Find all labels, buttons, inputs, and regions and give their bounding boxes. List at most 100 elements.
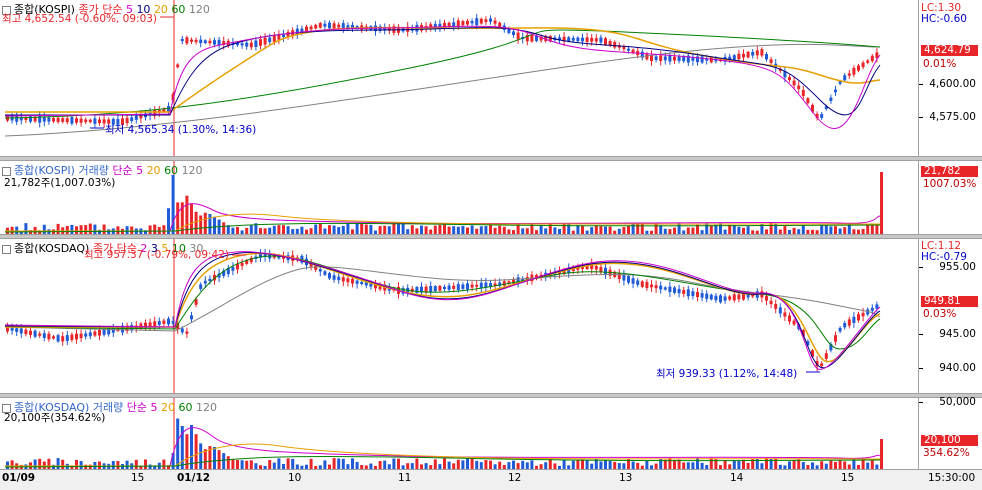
volume-readout: 21,782주(1,007.03%) (4, 177, 116, 189)
candle (769, 300, 773, 305)
volume-bar (461, 225, 465, 234)
candle (341, 277, 345, 282)
volume-change: 1007.03% (923, 178, 977, 190)
volume-bar (364, 224, 368, 234)
candle (723, 296, 727, 301)
current-price-badge: 4,624.79 (921, 45, 978, 56)
ma-type: 단순 (112, 164, 133, 177)
volume-bar (401, 223, 405, 234)
volume-bar (291, 458, 295, 469)
kospi-price-axis[interactable]: LC:1.30 HC:-0.60 4,624.79 0.01% 4,600.00… (919, 0, 982, 156)
ma60-label: 60 (171, 3, 186, 16)
volume-bar (277, 458, 281, 469)
volume-bar (355, 223, 359, 234)
kospi-volume-axis[interactable]: 21,782 1007.03% (919, 161, 982, 234)
candle (516, 32, 520, 40)
volume-bar (15, 226, 19, 234)
candle (33, 330, 37, 337)
volume-bar (111, 461, 115, 469)
volume-bar (134, 459, 138, 469)
volume-bar (153, 224, 157, 234)
candle (185, 37, 189, 44)
candle (852, 67, 856, 75)
candle (834, 335, 837, 342)
candle (792, 320, 796, 325)
volume-bar (392, 223, 396, 234)
candle (42, 117, 46, 122)
candle (355, 280, 359, 284)
volume-bar (337, 227, 341, 234)
candle (424, 286, 428, 292)
volume-bar (737, 461, 741, 469)
volume-bar (47, 458, 51, 469)
legend-toggle-icon[interactable] (2, 244, 11, 254)
volume-bar (84, 225, 88, 234)
volume-bar (125, 460, 129, 469)
volume-bar (318, 223, 322, 234)
candle (755, 50, 759, 56)
candle (663, 56, 667, 61)
candle (79, 118, 83, 123)
volume-bar (829, 460, 833, 469)
volume-bar (378, 226, 382, 234)
kosdaq-price-plot[interactable]: 종합(KOSDAQ) 종가 단순 2 3 5 10 30 최고 957.37 (… (0, 239, 919, 393)
candle (866, 60, 870, 63)
candle (760, 49, 764, 56)
volume-bar (116, 461, 120, 469)
current-time: 15:30:00 (928, 472, 976, 484)
kospi-volume-pane[interactable]: 종합(KOSPI) 거래량 단순 5 20 60 120 21,782주(1,0… (0, 161, 982, 234)
volume-bar (222, 453, 226, 469)
candle (861, 62, 865, 68)
volume-bar (594, 225, 598, 234)
candle (765, 54, 768, 60)
kosdaq-volume-axis[interactable]: 50,000 20,100 354.62% (919, 396, 982, 469)
kospi-price-pane[interactable]: 종합(KOSPI) 종가 단순 5 10 20 60 120 최고 4,652.… (0, 0, 982, 156)
candle (769, 59, 773, 63)
kosdaq-volume-plot[interactable]: 종합(KOSDAQ) 거래량 단순 5 20 60 120 20,100주(35… (0, 398, 919, 469)
low-note: 최저 939.33 (1.12%, 14:48) (656, 368, 798, 380)
volume-bar (544, 462, 548, 469)
candle (346, 278, 350, 283)
candle (38, 333, 42, 336)
candle (838, 327, 842, 332)
kosdaq-price-axis[interactable]: LC:1.12 HC:-0.79 955.00 949.81 0.03% 945… (919, 239, 982, 393)
volume-bar (613, 461, 617, 469)
volume-bar (705, 223, 709, 234)
candle (682, 289, 686, 294)
candle (673, 287, 676, 293)
candle (139, 323, 143, 329)
candle (180, 328, 184, 333)
kospi-volume-plot[interactable]: 종합(KOSPI) 거래량 단순 5 20 60 120 21,782주(1,0… (0, 161, 919, 234)
candle (484, 19, 488, 23)
candle (691, 291, 695, 297)
candle (245, 42, 249, 47)
candle (820, 114, 824, 118)
candle (47, 117, 51, 122)
candle (42, 333, 46, 338)
candle (608, 41, 612, 46)
hc-label: HC:-0.60 (921, 13, 967, 25)
candle (686, 289, 690, 297)
volume-bar (309, 458, 313, 469)
volume-bar (199, 215, 203, 234)
candle (323, 271, 327, 275)
candle (530, 34, 534, 42)
candle (659, 55, 663, 61)
volume-bar (562, 460, 566, 469)
candle (318, 269, 322, 272)
x-label: 15 (841, 472, 855, 484)
volume-bar (456, 459, 460, 469)
volume-bar (222, 222, 226, 234)
candle (134, 115, 138, 120)
candle (797, 85, 801, 90)
candle (203, 280, 207, 284)
time-axis[interactable]: 01/09 15 01/12 10 11 12 13 14 15 15:30:0… (0, 469, 982, 490)
kosdaq-price-pane[interactable]: 종합(KOSDAQ) 종가 단순 2 3 5 10 30 최고 957.37 (… (0, 239, 982, 393)
kosdaq-volume-pane[interactable]: 종합(KOSDAQ) 거래량 단순 5 20 60 120 20,100주(35… (0, 396, 982, 469)
kospi-price-plot[interactable]: 종합(KOSPI) 종가 단순 5 10 20 60 120 최고 4,652.… (0, 0, 919, 156)
volume-bar (42, 461, 46, 469)
candle (176, 64, 180, 68)
volume-bar (125, 226, 129, 234)
volume-bar (567, 223, 571, 234)
volume-bar (332, 225, 336, 234)
